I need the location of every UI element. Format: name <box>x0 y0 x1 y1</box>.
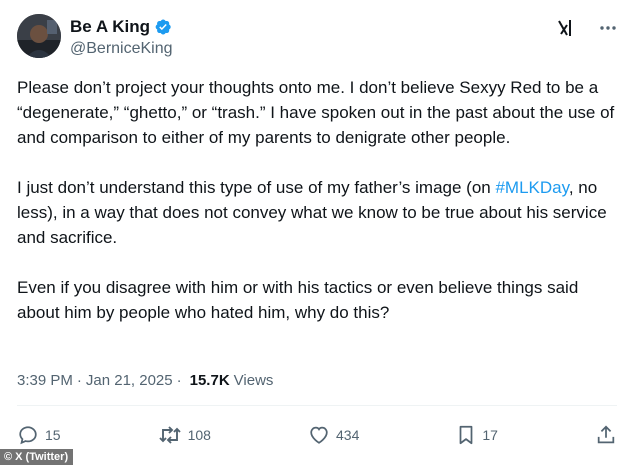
divider <box>17 405 617 406</box>
meta-separator: · <box>76 372 82 389</box>
more-options-icon[interactable] <box>598 18 618 43</box>
avatar[interactable] <box>17 14 61 58</box>
bookmark-count: 17 <box>482 427 498 443</box>
repost-icon <box>158 424 182 446</box>
avatar-image <box>17 14 61 58</box>
action-bar: 15 108 434 17 <box>17 422 617 448</box>
tweet-date[interactable]: Jan 21, 2025 <box>86 372 173 389</box>
display-name[interactable]: Be A King <box>70 17 150 37</box>
bookmark-button[interactable]: 17 <box>456 424 498 446</box>
repost-count: 108 <box>187 427 211 443</box>
tweet-paragraph-1: Please don’t project your thoughts onto … <box>17 78 615 147</box>
tweet-paragraph-2: I just don’t understand this type of use… <box>17 175 622 250</box>
repost-button[interactable]: 108 <box>158 424 211 446</box>
top-icons <box>556 18 618 43</box>
reply-icon <box>17 424 39 446</box>
heart-icon <box>308 424 330 446</box>
tweet-paragraph-2-start: I just don’t understand this type of use… <box>17 178 496 197</box>
reply-button[interactable]: 15 <box>17 424 61 446</box>
tweet-card: Be A King @BerniceKing Please don’t proj… <box>0 0 634 465</box>
tweet-time[interactable]: 3:39 PM <box>17 372 73 389</box>
share-icon <box>595 424 617 446</box>
like-count: 434 <box>336 427 360 443</box>
handle[interactable]: @BerniceKing <box>70 40 173 58</box>
tweet-text: Please don’t project your thoughts onto … <box>17 75 622 350</box>
tweet-paragraph-3: Even if you disagree with him or with hi… <box>17 278 579 322</box>
tweet-meta: 3:39 PM · Jan 21, 2025 · 15.7K Views <box>17 372 273 389</box>
image-credit: © X (Twitter) <box>0 449 74 465</box>
meta-separator-2: · <box>176 372 182 389</box>
grok-icon[interactable] <box>556 18 576 43</box>
reply-count: 15 <box>45 427 61 443</box>
views-label: Views <box>233 372 274 389</box>
bookmark-icon <box>456 424 476 446</box>
like-button[interactable]: 434 <box>308 424 359 446</box>
name-row: Be A King <box>70 17 172 37</box>
verified-badge-icon <box>154 18 172 36</box>
views-count: 15.7K <box>189 372 230 389</box>
share-button[interactable] <box>595 424 617 446</box>
hashtag-link[interactable]: #MLKDay <box>495 178 568 197</box>
